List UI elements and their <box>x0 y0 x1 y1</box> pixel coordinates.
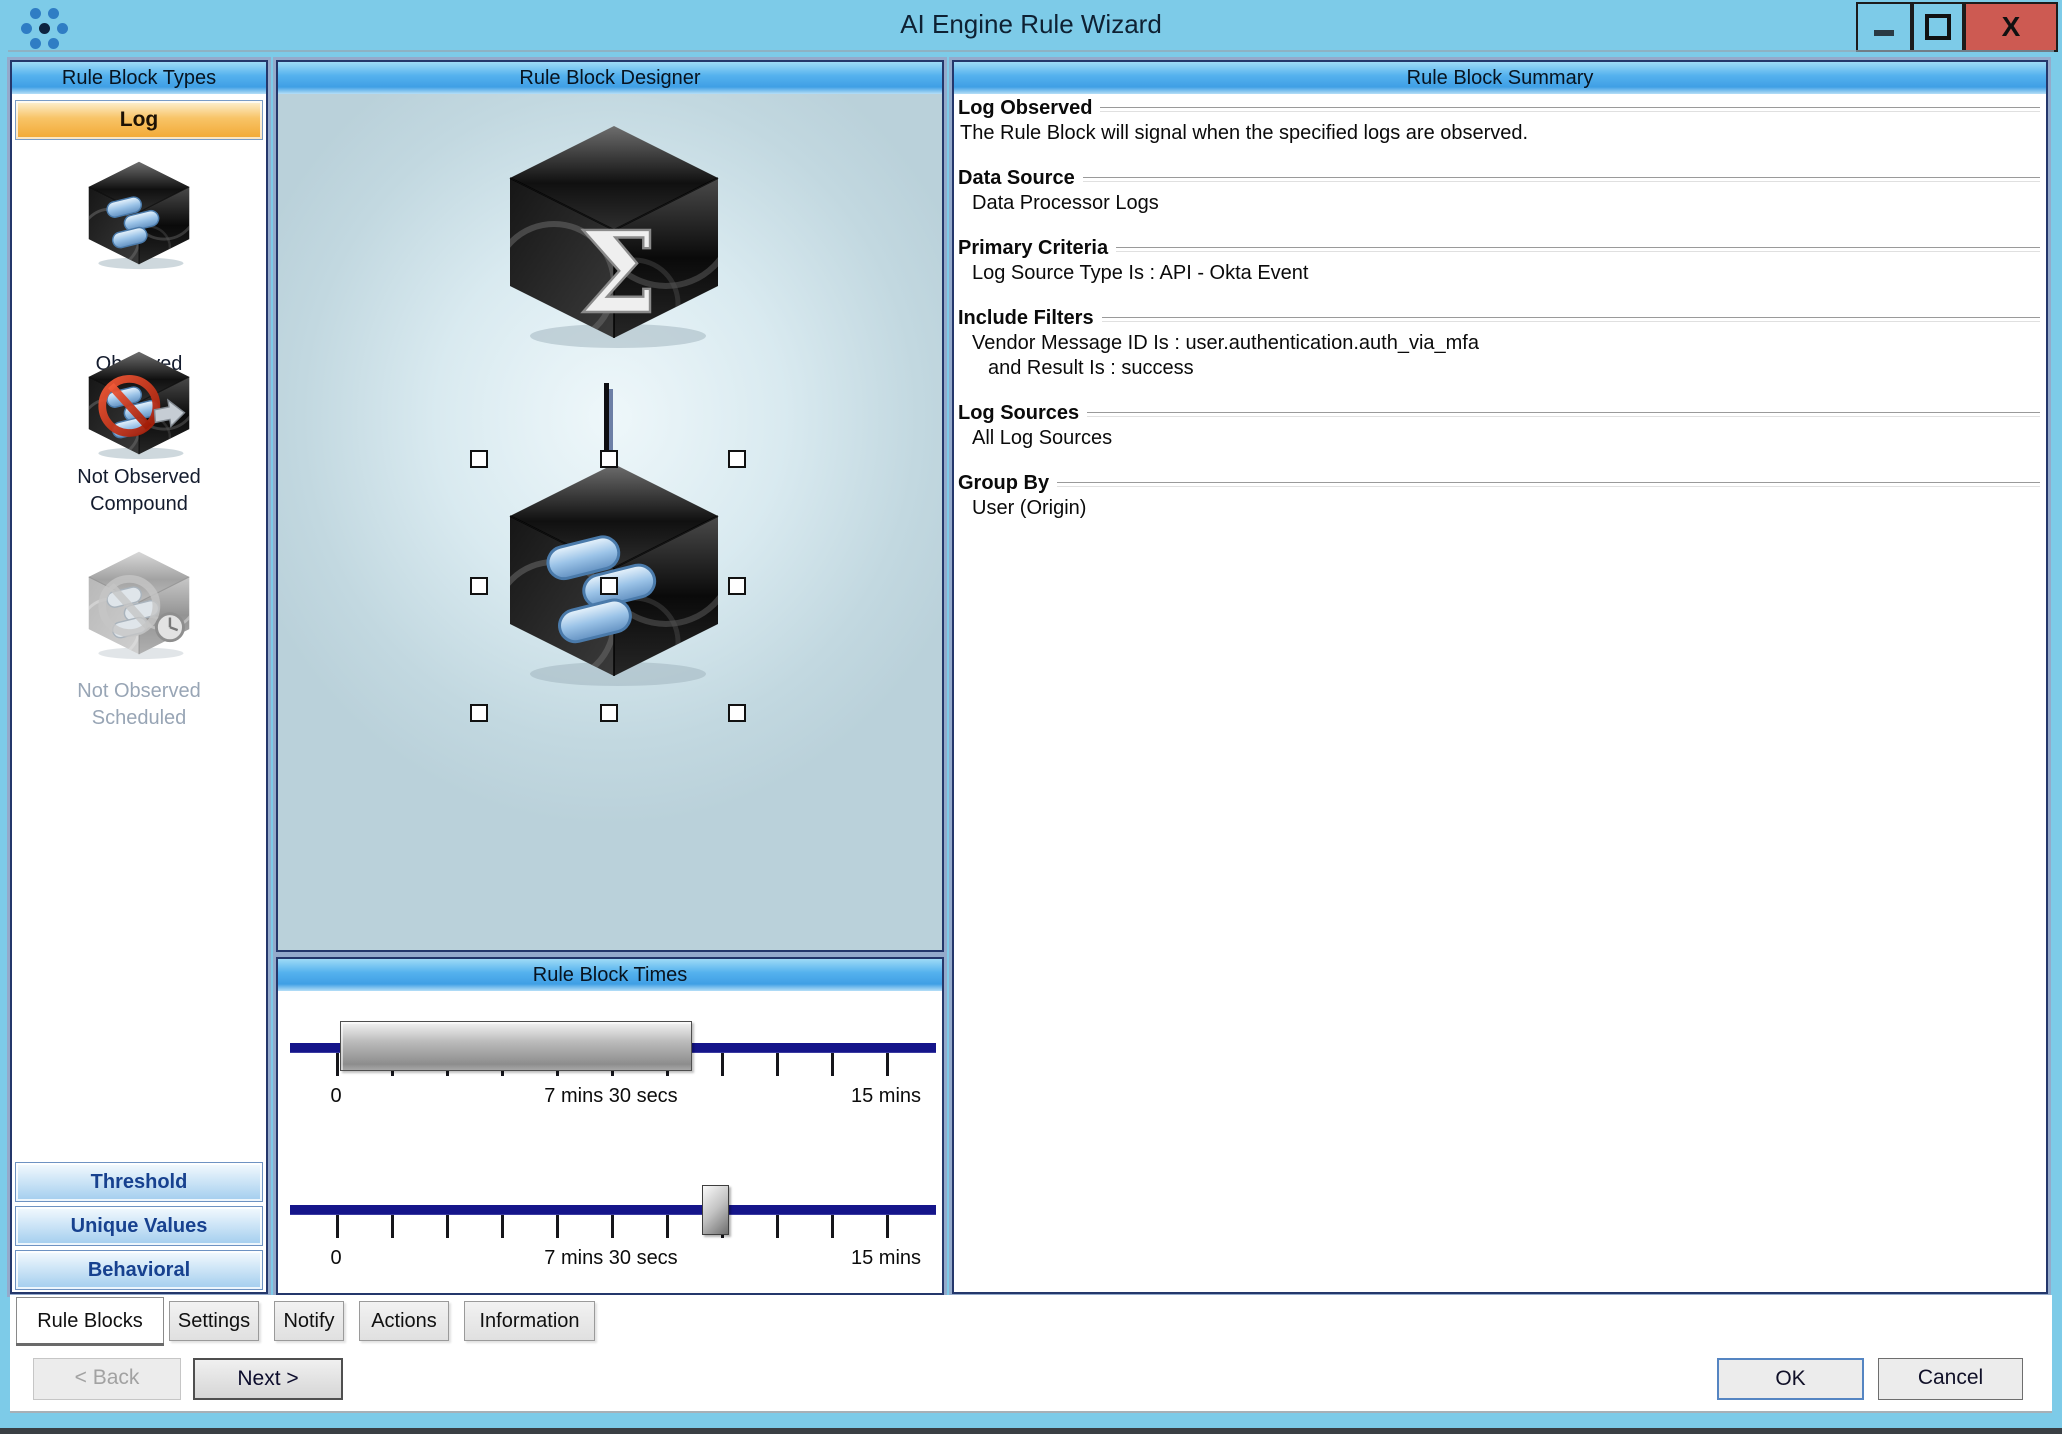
rule-block-summary-header: Rule Block Summary <box>954 62 2046 94</box>
minimize-icon <box>1874 30 1894 36</box>
maximize-button[interactable] <box>1912 2 1964 52</box>
summary-body: Log Observed The Rule Block will signal … <box>958 95 2040 540</box>
not-observed-compound-cube-icon[interactable] <box>78 346 200 462</box>
cancel-button[interactable]: Cancel <box>1878 1358 2023 1400</box>
tab-settings[interactable]: Settings <box>169 1301 259 1341</box>
titlebar-divider <box>8 50 2054 52</box>
selection-handle[interactable] <box>470 450 488 468</box>
tab-rule-blocks[interactable]: Rule Blocks <box>16 1297 164 1343</box>
not-observed-compound-label: Not Observed Compound <box>12 464 266 518</box>
slider-tick <box>831 1052 834 1076</box>
rule-block-designer-panel: Rule Block Designer Σ <box>276 60 944 952</box>
summary-section-include-filters: Include Filters Vendor Message ID Is : u… <box>958 305 2040 381</box>
slider1-label-mid: 7 mins 30 secs <box>491 1085 731 1108</box>
slider2-ticks <box>290 1214 936 1240</box>
selection-handle[interactable] <box>728 450 746 468</box>
slider1-label-min: 0 <box>306 1085 366 1108</box>
log-category-button[interactable]: Log <box>15 100 263 140</box>
rule-block-designer-header: Rule Block Designer <box>278 62 942 94</box>
selection-handle[interactable] <box>728 577 746 595</box>
not-observed-scheduled-cube-icon[interactable] <box>78 546 200 662</box>
summary-section-log-sources: Log Sources All Log Sources <box>958 400 2040 451</box>
svg-text:Σ: Σ <box>578 208 657 339</box>
slider1-label-max: 15 mins <box>806 1085 966 1108</box>
slider-tick <box>776 1214 779 1238</box>
rule-block-types-panel: Rule Block Types Log Observed Not Observ… <box>10 60 268 1294</box>
close-button[interactable]: X <box>1964 2 2058 52</box>
selection-handle[interactable] <box>470 577 488 595</box>
rule-block-times-header: Rule Block Times <box>278 959 942 991</box>
tab-information[interactable]: Information <box>464 1301 595 1341</box>
summary-section-group-by: Group By User (Origin) <box>958 470 2040 521</box>
selection-handle[interactable] <box>470 704 488 722</box>
slider2-thumb[interactable] <box>702 1185 729 1235</box>
slider-tick <box>886 1214 889 1238</box>
selection-handle[interactable] <box>600 577 618 595</box>
bottom-bar: Rule Blocks Settings Notify Actions Info… <box>10 1295 2052 1413</box>
slider-tick <box>776 1052 779 1076</box>
observed-cube-icon[interactable] <box>78 156 200 272</box>
selection-handle[interactable] <box>600 450 618 468</box>
summary-section-data-source: Data Source Data Processor Logs <box>958 165 2040 216</box>
slider-tick <box>611 1214 614 1238</box>
window-title: AI Engine Rule Wizard <box>0 9 2062 40</box>
slider-tick <box>831 1214 834 1238</box>
minimize-button[interactable] <box>1856 2 1912 52</box>
slider1-range-bar[interactable] <box>340 1021 692 1071</box>
selection-handle[interactable] <box>600 704 618 722</box>
connector-line-highlight <box>609 389 613 451</box>
back-button[interactable]: < Back <box>33 1358 181 1400</box>
window-bottom-edge <box>0 1428 2062 1434</box>
selected-log-rule-block-cube[interactable] <box>494 452 734 692</box>
slider-tick <box>391 1214 394 1238</box>
slider-tick <box>886 1052 889 1076</box>
active-tab-underline <box>16 1343 164 1346</box>
tab-notify[interactable]: Notify <box>274 1301 344 1341</box>
selection-handle[interactable] <box>728 704 746 722</box>
slider2-label-max: 15 mins <box>806 1247 966 1270</box>
rule-block-summary-panel: Rule Block Summary Log Observed The Rule… <box>952 60 2048 1294</box>
slider2-label-min: 0 <box>306 1247 366 1270</box>
slider-tick <box>501 1214 504 1238</box>
unique-values-category-button[interactable]: Unique Values <box>15 1206 263 1246</box>
rule-block-types-header: Rule Block Types <box>12 62 266 94</box>
slider-tick <box>556 1214 559 1238</box>
not-observed-scheduled-label: Not Observed Scheduled <box>12 678 266 732</box>
tab-actions[interactable]: Actions <box>359 1301 449 1341</box>
rule-block-times-panel: Rule Block Times 0 7 mins 30 secs 15 min… <box>276 957 944 1295</box>
slider-tick <box>666 1214 669 1238</box>
close-icon: X <box>2002 11 2021 43</box>
slider2-label-mid: 7 mins 30 secs <box>491 1247 731 1270</box>
threshold-category-button[interactable]: Threshold <box>15 1162 263 1202</box>
slider-tick <box>446 1214 449 1238</box>
sigma-rule-block-cube[interactable]: Σ <box>490 114 738 354</box>
slider-tick <box>336 1214 339 1238</box>
ok-button[interactable]: OK <box>1717 1358 1864 1400</box>
slider-tick <box>336 1052 339 1076</box>
summary-section-log-observed: Log Observed The Rule Block will signal … <box>958 95 2040 146</box>
summary-section-primary-criteria: Primary Criteria Log Source Type Is : AP… <box>958 235 2040 286</box>
maximize-icon <box>1925 14 1951 40</box>
behavioral-category-button[interactable]: Behavioral <box>15 1250 263 1290</box>
slider2-track[interactable] <box>290 1205 936 1215</box>
next-button[interactable]: Next > <box>193 1358 343 1400</box>
slider-tick <box>721 1052 724 1076</box>
